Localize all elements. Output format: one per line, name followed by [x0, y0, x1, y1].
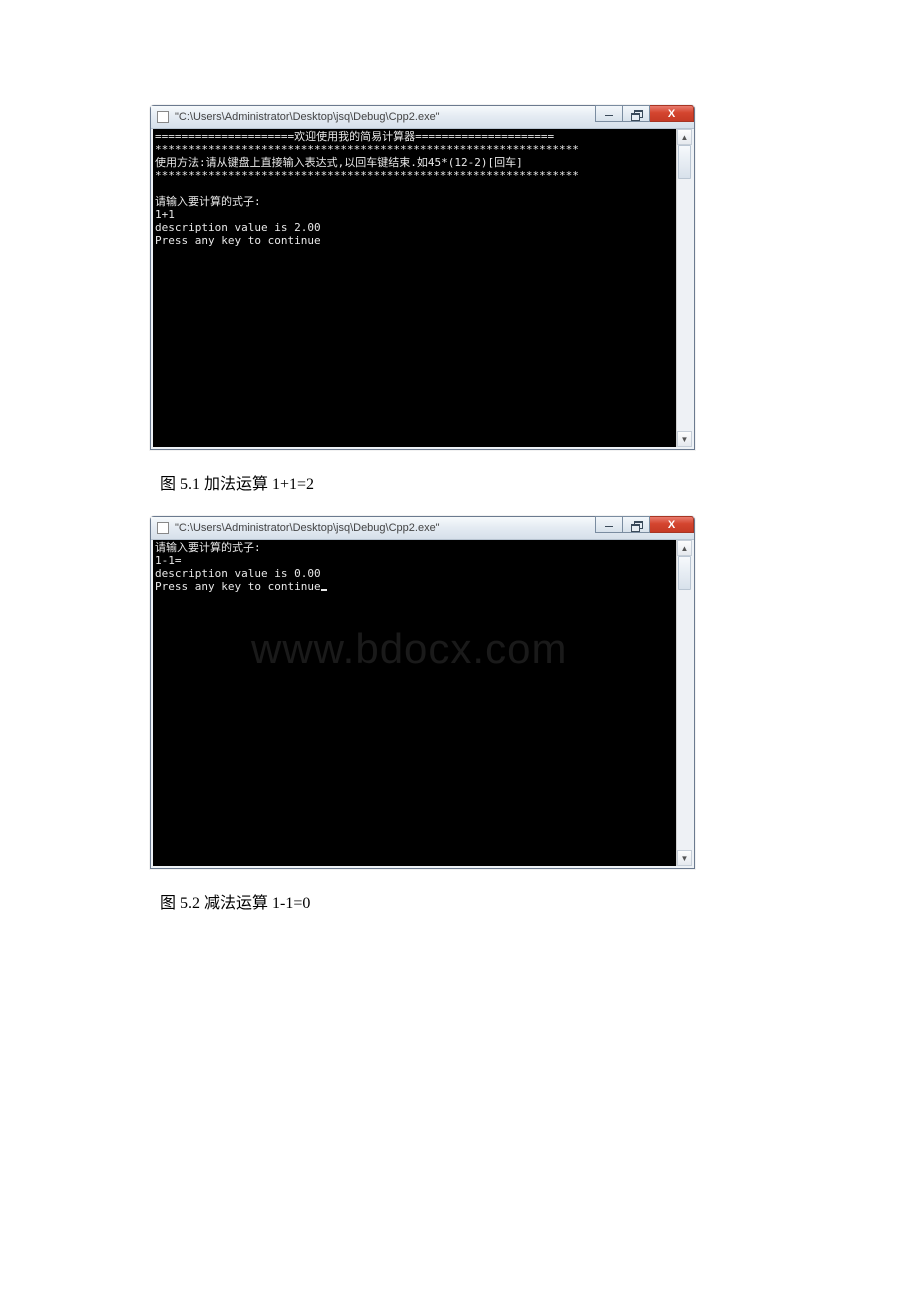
minimize-icon	[605, 111, 613, 116]
console-output[interactable]: =====================欢迎使用我的简易计算器========…	[153, 129, 676, 447]
figure-caption-2: 图 5.2 减法运算 1-1=0	[160, 889, 920, 913]
vertical-scrollbar[interactable]: ▲ ▼	[676, 129, 692, 447]
maximize-button[interactable]	[622, 105, 650, 122]
close-icon: X	[668, 108, 675, 120]
app-icon	[157, 522, 169, 534]
minimize-button[interactable]	[595, 105, 623, 122]
titlebar[interactable]: "C:\Users\Administrator\Desktop\jsq\Debu…	[151, 517, 694, 540]
scroll-down-button[interactable]: ▼	[677, 850, 692, 866]
scroll-track[interactable]	[677, 145, 692, 431]
minimize-icon	[605, 522, 613, 527]
console-window-1: "C:\Users\Administrator\Desktop\jsq\Debu…	[150, 105, 695, 450]
window-title: "C:\Users\Administrator\Desktop\jsq\Debu…	[175, 111, 440, 123]
text-cursor	[321, 589, 327, 591]
chevron-down-icon: ▼	[681, 854, 689, 863]
vertical-scrollbar[interactable]: ▲ ▼	[676, 540, 692, 866]
window-title: "C:\Users\Administrator\Desktop\jsq\Debu…	[175, 522, 440, 534]
console-body: =====================欢迎使用我的简易计算器========…	[151, 129, 694, 449]
console-output[interactable]: 请输入要计算的式子: 1-1= description value is 0.0…	[153, 540, 676, 866]
document-page: "C:\Users\Administrator\Desktop\jsq\Debu…	[0, 0, 920, 913]
chevron-down-icon: ▼	[681, 435, 689, 444]
scroll-up-button[interactable]: ▲	[677, 540, 692, 556]
console-body: 请输入要计算的式子: 1-1= description value is 0.0…	[151, 540, 694, 868]
scroll-track[interactable]	[677, 556, 692, 850]
titlebar[interactable]: "C:\Users\Administrator\Desktop\jsq\Debu…	[151, 106, 694, 129]
window-controls: X	[596, 105, 694, 122]
close-button[interactable]: X	[649, 516, 694, 533]
figure-caption-1: 图 5.1 加法运算 1+1=2	[160, 470, 920, 494]
console-window-2: "C:\Users\Administrator\Desktop\jsq\Debu…	[150, 516, 695, 869]
scroll-up-button[interactable]: ▲	[677, 129, 692, 145]
scroll-thumb[interactable]	[678, 145, 691, 179]
window-controls: X	[596, 516, 694, 533]
app-icon	[157, 111, 169, 123]
minimize-button[interactable]	[595, 516, 623, 533]
chevron-up-icon: ▲	[681, 544, 689, 553]
close-icon: X	[668, 519, 675, 531]
chevron-up-icon: ▲	[681, 133, 689, 142]
scroll-down-button[interactable]: ▼	[677, 431, 692, 447]
maximize-button[interactable]	[622, 516, 650, 533]
close-button[interactable]: X	[649, 105, 694, 122]
scroll-thumb[interactable]	[678, 556, 691, 590]
